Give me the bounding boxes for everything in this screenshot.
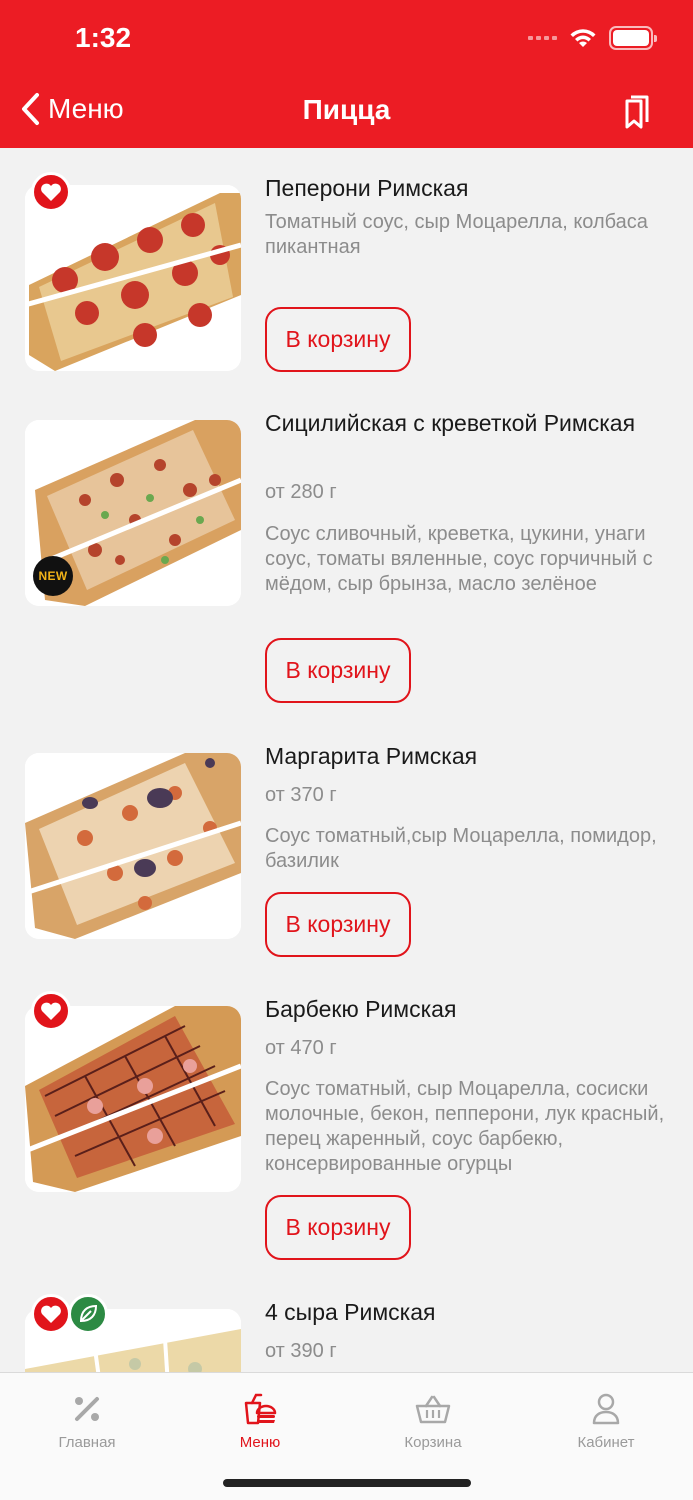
add-to-cart-button[interactable]: В корзину xyxy=(265,892,411,957)
percent-icon xyxy=(75,1397,99,1421)
product-title: Пеперони Римская xyxy=(265,175,469,201)
basket-icon xyxy=(415,1395,451,1424)
status-icons xyxy=(528,26,657,50)
product-image[interactable] xyxy=(25,185,241,371)
wifi-icon xyxy=(570,29,596,47)
signal-icon xyxy=(528,36,557,40)
home-indicator xyxy=(223,1479,471,1487)
product-image[interactable] xyxy=(25,1006,241,1192)
new-badge: NEW xyxy=(33,556,73,596)
favorite-badge[interactable] xyxy=(31,1294,71,1334)
product-title: Маргарита Римская xyxy=(265,743,478,769)
battery-icon xyxy=(609,26,657,50)
product-weight: от 470 г xyxy=(265,1037,337,1059)
product-weight: от 370 г xyxy=(265,784,337,806)
add-to-cart-button[interactable]: В корзину xyxy=(265,1195,411,1260)
product-title: 4 сыра Римская xyxy=(265,1299,436,1325)
tab-cart[interactable]: Корзина xyxy=(363,1391,503,1451)
food-icon xyxy=(244,1393,277,1425)
bookmark-icon xyxy=(625,95,649,129)
tab-label: Корзина xyxy=(404,1434,462,1451)
heart-icon xyxy=(41,1002,61,1020)
add-to-cart-button[interactable]: В корзину xyxy=(265,307,411,372)
product-weight: от 280 г xyxy=(265,481,337,503)
product-weight: от 390 г xyxy=(265,1340,337,1362)
product-description: Томатный соус, сыр Моцарелла, колбаса пи… xyxy=(265,211,648,258)
tab-home[interactable]: Главная xyxy=(17,1391,157,1451)
product-list[interactable]: Пеперони Римская Томатный соус, сыр Моца… xyxy=(0,148,693,1372)
bookmark-button[interactable] xyxy=(621,94,651,130)
favorite-badge[interactable] xyxy=(31,172,71,212)
product-image[interactable] xyxy=(25,753,241,939)
heart-icon xyxy=(41,183,61,201)
leaf-icon xyxy=(79,1304,98,1323)
favorite-badge[interactable] xyxy=(31,991,71,1031)
tab-label: Меню xyxy=(239,1434,281,1451)
tab-label: Главная xyxy=(58,1434,116,1451)
product-description: Соус томатный, сыр Моцарелла, сосиски мо… xyxy=(265,1078,665,1175)
tab-menu[interactable]: Меню xyxy=(190,1391,330,1451)
tab-account[interactable]: Кабинет xyxy=(536,1391,676,1451)
product-title: Сицилийская с креветкой Римская xyxy=(265,410,636,436)
product-title: Барбекю Римская xyxy=(265,996,457,1022)
page-title: Пицца xyxy=(302,94,391,125)
tab-label: Кабинет xyxy=(577,1434,635,1451)
product-description: Соус томатный,сыр Моцарелла, помидор, ба… xyxy=(265,825,657,872)
heart-icon xyxy=(41,1305,61,1323)
status-time: 1:32 xyxy=(75,22,132,53)
person-icon xyxy=(592,1393,620,1425)
add-to-cart-button[interactable]: В корзину xyxy=(265,638,411,703)
app-header: 1:32 Меню Пицца xyxy=(0,0,693,148)
vegetarian-badge xyxy=(68,1294,108,1334)
product-description: Соус сливочный, креветка, цукини, унаги … xyxy=(265,523,653,595)
